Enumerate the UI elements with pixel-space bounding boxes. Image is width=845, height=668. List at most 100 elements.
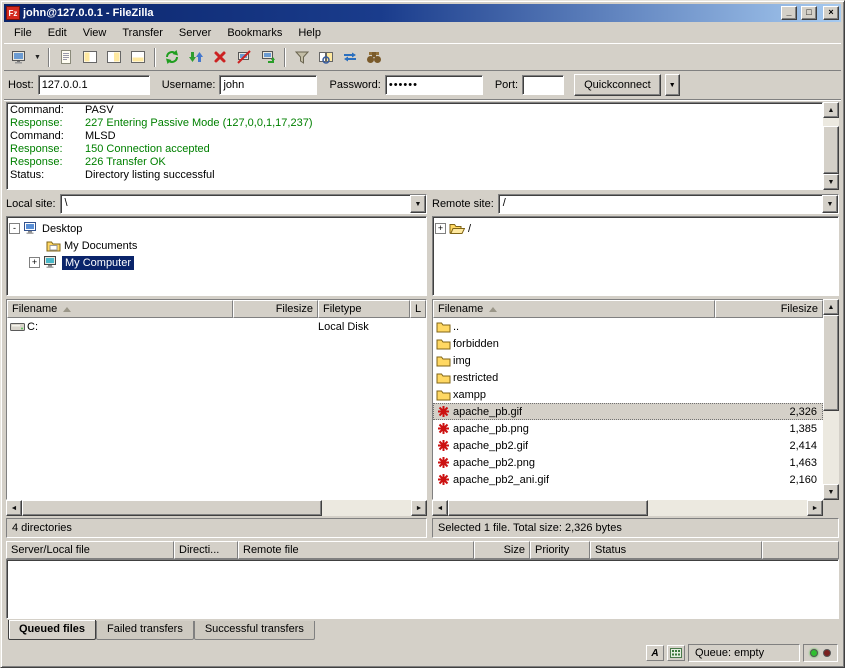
tree-expander[interactable]: + (435, 223, 446, 234)
menu-server[interactable]: Server (171, 24, 219, 42)
synchronized-browsing-button[interactable] (338, 46, 362, 69)
minimize-button[interactable]: _ (781, 6, 797, 20)
remote-site-combo[interactable]: / ▼ (498, 194, 839, 214)
tree-item-desktop[interactable]: - Desktop (9, 220, 424, 237)
compare-button[interactable] (314, 46, 338, 69)
file-row-c-drive[interactable]: C: Local Disk (7, 318, 426, 335)
file-row[interactable]: apache_pb2.gif 2,414 (433, 437, 823, 454)
local-site-label: Local site: (6, 198, 56, 210)
reconnect-button[interactable] (256, 46, 280, 69)
scroll-right-icon[interactable]: ► (411, 500, 427, 516)
remote-horizontal-scrollbar[interactable]: ◄ ► (432, 500, 823, 516)
tree-expander[interactable]: - (9, 223, 20, 234)
scrollbar-track[interactable] (448, 500, 807, 516)
local-directory-tree[interactable]: - Desktop My Documents + My Computer (6, 216, 427, 296)
local-list-body[interactable]: C: Local Disk (7, 318, 426, 499)
menu-file[interactable]: File (6, 24, 40, 42)
column-header-filename[interactable]: Filename (7, 300, 233, 318)
column-header-last-modified[interactable]: L (410, 300, 426, 318)
scrollbar-track[interactable] (22, 500, 411, 516)
local-horizontal-scrollbar[interactable]: ◄ ► (6, 500, 427, 516)
file-row[interactable]: apache_pb.png 1,385 (433, 420, 823, 437)
tree-item-my-documents[interactable]: My Documents (9, 237, 424, 254)
menu-view[interactable]: View (75, 24, 115, 42)
quickconnect-dropdown-button[interactable]: ▼ (665, 74, 680, 96)
scroll-left-icon[interactable]: ◄ (6, 500, 22, 516)
maximize-button[interactable]: □ (801, 6, 817, 20)
menu-bookmarks[interactable]: Bookmarks (219, 24, 290, 42)
file-row[interactable]: apache_pb2_ani.gif 2,160 (433, 471, 823, 488)
scrollbar-thumb[interactable] (22, 500, 322, 516)
remote-list-body[interactable]: .. forbidden img restricted (433, 318, 823, 499)
local-site-combo[interactable]: \ ▼ (60, 194, 427, 214)
find-files-button[interactable] (362, 46, 386, 69)
scroll-up-icon[interactable]: ▲ (823, 102, 839, 118)
file-row-selected[interactable]: apache_pb.gif 2,326 (433, 403, 823, 420)
site-manager-dropdown-button[interactable]: ▼ (31, 46, 44, 69)
message-log-scrollbar[interactable]: ▲ ▼ (823, 102, 839, 190)
chevron-down-icon[interactable]: ▼ (410, 195, 426, 213)
scroll-down-icon[interactable]: ▼ (823, 484, 839, 500)
tab-successful-transfers[interactable]: Successful transfers (194, 621, 315, 640)
refresh-button[interactable] (160, 46, 184, 69)
file-row[interactable]: apache_pb2.png 1,463 (433, 454, 823, 471)
password-input[interactable] (385, 75, 483, 95)
scrollbar-thumb[interactable] (823, 315, 839, 411)
file-row[interactable]: xampp (433, 386, 823, 403)
title-bar[interactable]: Fz john@127.0.0.1 - FileZilla _ □ × (4, 4, 841, 22)
filter-button[interactable] (290, 46, 314, 69)
column-label: Server/Local file (11, 544, 90, 556)
column-header-priority[interactable]: Priority (530, 541, 590, 559)
column-header-status[interactable]: Status (590, 541, 762, 559)
menu-transfer[interactable]: Transfer (114, 24, 171, 42)
log-prefix: Response: (7, 143, 85, 156)
column-header-server-local-file[interactable]: Server/Local file (6, 541, 174, 559)
file-row[interactable]: .. (433, 318, 823, 335)
menu-help[interactable]: Help (290, 24, 329, 42)
column-header-size[interactable]: Size (474, 541, 530, 559)
transfer-queue-list[interactable] (6, 559, 839, 619)
scrollbar-thumb[interactable] (823, 126, 839, 174)
toggle-remote-tree-button[interactable] (102, 46, 126, 69)
message-log[interactable]: Command:PASV Response:227 Entering Passi… (6, 102, 823, 190)
remote-list-scrollbar[interactable]: ▲ ▼ (823, 299, 839, 500)
folder-icon (436, 371, 451, 384)
tree-expander[interactable]: + (29, 257, 40, 268)
username-input[interactable] (219, 75, 317, 95)
toggle-transfer-queue-button[interactable] (126, 46, 150, 69)
file-row[interactable]: restricted (433, 369, 823, 386)
scrollbar-thumb[interactable] (448, 500, 648, 516)
port-input[interactable] (522, 75, 564, 95)
close-button[interactable]: × (823, 6, 839, 20)
file-row[interactable]: img (433, 352, 823, 369)
chevron-down-icon[interactable]: ▼ (822, 195, 838, 213)
cancel-button[interactable] (208, 46, 232, 69)
quickconnect-button[interactable]: Quickconnect (574, 74, 661, 96)
remote-directory-tree[interactable]: + / (432, 216, 839, 296)
host-input[interactable] (38, 75, 150, 95)
tree-item-my-computer[interactable]: + My Computer (9, 254, 424, 271)
process-queue-button[interactable] (184, 46, 208, 69)
scrollbar-track[interactable] (823, 315, 839, 484)
toggle-message-log-button[interactable] (54, 46, 78, 69)
tab-queued-files[interactable]: Queued files (8, 620, 96, 640)
column-header-remote-file[interactable]: Remote file (238, 541, 474, 559)
column-header-filesize[interactable]: Filesize (715, 300, 823, 318)
disconnect-button[interactable] (232, 46, 256, 69)
scrollbar-track[interactable] (823, 118, 839, 174)
scroll-right-icon[interactable]: ► (807, 500, 823, 516)
tree-item-root[interactable]: + / (435, 220, 836, 237)
transfer-queue-header: Server/Local file Directi... Remote file… (6, 541, 839, 559)
toggle-local-tree-button[interactable] (78, 46, 102, 69)
scroll-up-icon[interactable]: ▲ (823, 299, 839, 315)
site-manager-button[interactable] (7, 46, 31, 69)
column-header-filetype[interactable]: Filetype (318, 300, 410, 318)
scroll-down-icon[interactable]: ▼ (823, 174, 839, 190)
column-header-direction[interactable]: Directi... (174, 541, 238, 559)
tab-failed-transfers[interactable]: Failed transfers (96, 621, 194, 640)
column-header-filesize[interactable]: Filesize (233, 300, 318, 318)
scroll-left-icon[interactable]: ◄ (432, 500, 448, 516)
column-header-filename[interactable]: Filename (433, 300, 715, 318)
file-row[interactable]: forbidden (433, 335, 823, 352)
menu-edit[interactable]: Edit (40, 24, 75, 42)
